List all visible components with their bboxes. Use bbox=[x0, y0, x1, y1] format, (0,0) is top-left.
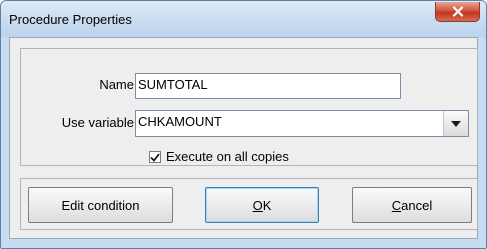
properties-panel: Name SUMTOTAL Use variable CHKAMOUNT Exe… bbox=[20, 48, 478, 166]
use-variable-label: Use variable bbox=[61, 115, 134, 130]
name-field[interactable]: SUMTOTAL bbox=[135, 73, 401, 99]
dialog-client-area: Name SUMTOTAL Use variable CHKAMOUNT Exe… bbox=[9, 37, 478, 239]
title-bar[interactable]: Procedure Properties bbox=[1, 1, 486, 37]
use-variable-value: CHKAMOUNT bbox=[138, 114, 222, 129]
window-title: Procedure Properties bbox=[9, 12, 132, 27]
use-variable-dropdown[interactable]: CHKAMOUNT bbox=[135, 110, 469, 137]
close-button[interactable] bbox=[435, 2, 480, 22]
name-label: Name bbox=[99, 77, 134, 92]
cancel-label-rest: ancel bbox=[401, 197, 433, 213]
execute-all-copies-checkbox[interactable] bbox=[149, 151, 161, 163]
cancel-mnemonic: C bbox=[391, 197, 402, 213]
ok-label-rest: K bbox=[262, 197, 272, 213]
execute-all-copies-label[interactable]: Execute on all copies bbox=[166, 149, 289, 164]
ok-mnemonic: O bbox=[252, 197, 263, 213]
procedure-properties-dialog: Procedure Properties Name SUMTOTAL Use v… bbox=[0, 0, 487, 249]
checkmark-icon bbox=[150, 152, 160, 162]
edit-condition-button[interactable]: Edit condition bbox=[28, 187, 173, 223]
chevron-down-icon bbox=[451, 120, 461, 127]
ok-button[interactable]: OK bbox=[205, 187, 319, 223]
close-icon bbox=[452, 6, 463, 17]
button-bar: Edit condition OK Cancel bbox=[20, 178, 478, 230]
dropdown-arrow-button[interactable] bbox=[443, 111, 468, 136]
cancel-button[interactable]: Cancel bbox=[352, 187, 472, 223]
